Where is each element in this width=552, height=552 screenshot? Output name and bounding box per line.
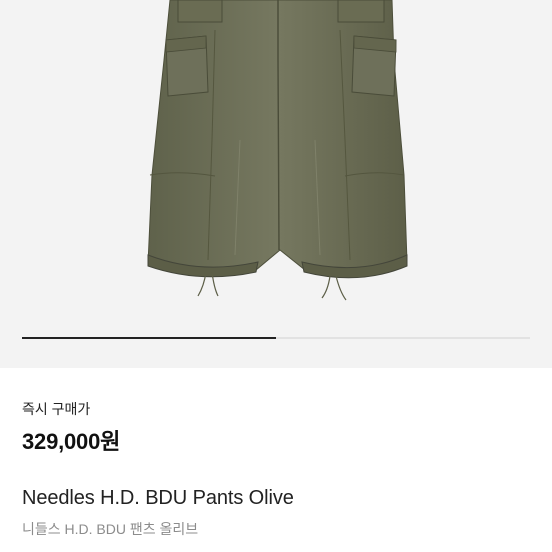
price: 329,000원	[22, 429, 121, 454]
product-name[interactable]: Needles H.D. BDU Pants Olive	[22, 487, 294, 510]
pants-illustration	[147, 0, 408, 301]
carousel-progress-fill	[22, 337, 276, 339]
product-image[interactable]	[0, 0, 552, 368]
image-carousel-progress	[22, 337, 530, 339]
price-label: 즉시 구매가	[22, 401, 91, 417]
product-name-korean: 니들스 H.D. BDU 팬츠 올리브	[22, 521, 199, 537]
